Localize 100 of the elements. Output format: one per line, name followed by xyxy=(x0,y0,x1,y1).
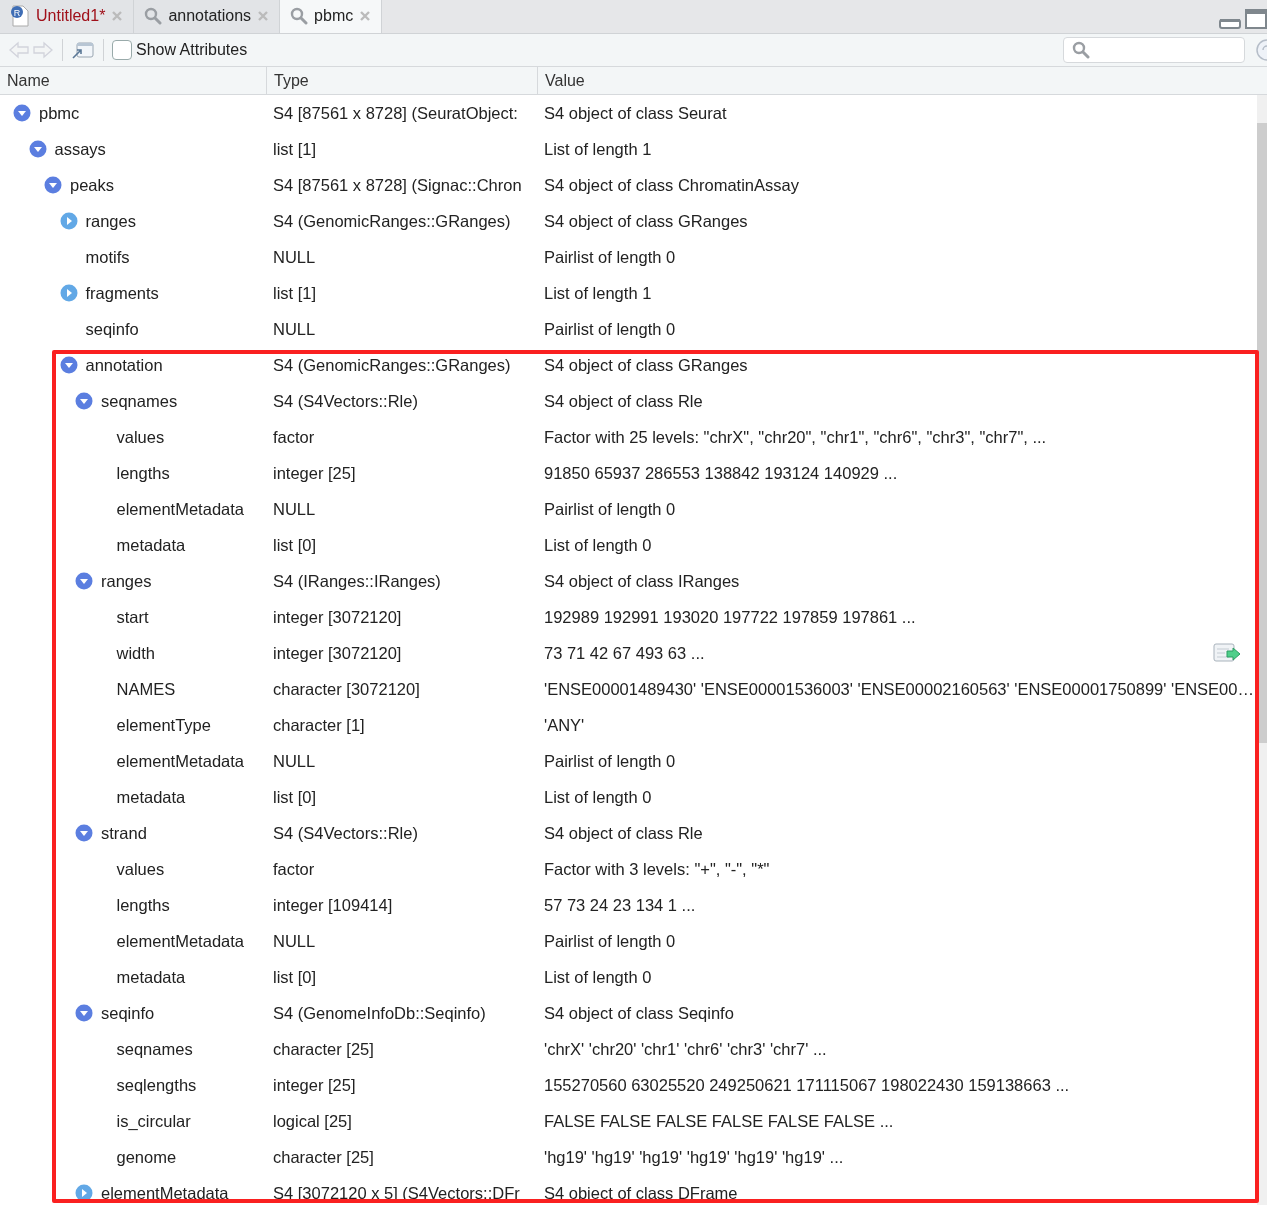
variable-type: integer [25] xyxy=(273,463,356,482)
variable-value: List of length 1 xyxy=(544,282,652,304)
variable-name[interactable]: assays xyxy=(54,136,106,162)
variable-value: S4 object of class GRanges xyxy=(544,354,748,376)
collapse-toggle-icon[interactable] xyxy=(75,392,93,410)
variable-name[interactable]: seqinfo xyxy=(101,1000,155,1026)
column-header[interactable]: Type xyxy=(266,67,537,94)
scrollbar[interactable] xyxy=(1257,95,1267,1205)
variable-type: S4 (S4Vectors::Rle) xyxy=(273,823,418,842)
search-icon xyxy=(1072,41,1090,59)
collapse-toggle-icon[interactable] xyxy=(28,140,47,158)
variable-name[interactable]: seqlengths xyxy=(116,1072,197,1098)
expand-toggle-icon[interactable] xyxy=(59,284,78,302)
variable-type: factor xyxy=(273,427,315,446)
column-header[interactable]: Name xyxy=(0,67,266,94)
variable-name[interactable]: strand xyxy=(101,820,147,846)
variable-name[interactable]: elementMetadata xyxy=(116,748,244,774)
variable-value: 'chrX' 'chr20' 'chr1' 'chr6' 'chr3' 'chr7' ... xyxy=(544,1038,827,1060)
collapse-toggle-icon[interactable] xyxy=(13,104,31,122)
variable-value: 91850 65937 286553 138842 193124 140929 ... xyxy=(544,462,898,484)
variable-type: factor xyxy=(273,859,315,878)
variable-name[interactable]: motifs xyxy=(85,244,130,270)
variable-type: character [3072120] xyxy=(273,679,420,698)
variable-name[interactable]: start xyxy=(116,604,149,630)
search-icon xyxy=(144,7,163,25)
variable-type: S4 (S4Vectors::Rle) xyxy=(273,391,418,410)
variable-type: integer [109414] xyxy=(273,895,393,914)
column-header[interactable]: Value xyxy=(537,67,1267,94)
variable-name[interactable]: is_circular xyxy=(116,1108,191,1134)
variable-name[interactable]: elementType xyxy=(116,712,211,738)
variable-value: 'ANY' xyxy=(544,714,585,736)
popout-icon[interactable] xyxy=(71,40,95,60)
variable-value: S4 object of class Rle xyxy=(544,822,703,844)
variable-type: NULL xyxy=(273,499,316,518)
variable-name[interactable]: lengths xyxy=(116,892,170,918)
collapse-toggle-icon[interactable] xyxy=(75,1004,93,1022)
maximize-icon[interactable] xyxy=(1245,9,1267,29)
variable-value: S4 object of class Rle xyxy=(544,390,703,412)
tab[interactable]: annotations xyxy=(134,0,281,33)
variable-name[interactable]: genome xyxy=(116,1144,177,1170)
variable-value: Factor with 25 levels: "chrX", "chr20", "chr1", "chr6", "chr3", "chr7", ... xyxy=(544,426,1047,448)
variable-name[interactable]: peaks xyxy=(70,172,115,198)
variable-type: NULL xyxy=(273,751,316,770)
variable-name[interactable]: pbmc xyxy=(39,100,80,126)
variable-name[interactable]: values xyxy=(116,424,165,450)
variable-name[interactable]: fragments xyxy=(85,280,159,306)
close-icon[interactable] xyxy=(359,10,372,22)
minimize-icon[interactable] xyxy=(1219,17,1241,29)
variable-value: 57 73 24 23 134 1 ... xyxy=(544,894,696,916)
variable-type: NULL xyxy=(273,247,316,266)
variable-value: 'ENSE00001489430' 'ENSE00001536003' 'ENSE00002160563' 'ENSE00001750899' 'ENSE00… xyxy=(544,678,1254,700)
search-field[interactable] xyxy=(1063,37,1245,63)
variable-name[interactable]: NAMES xyxy=(116,676,176,702)
variable-value: Pairlist of length 0 xyxy=(544,930,676,952)
variable-value: FALSE FALSE FALSE FALSE FALSE FALSE ... xyxy=(544,1110,894,1132)
variable-name[interactable]: seqnames xyxy=(116,1036,193,1062)
variable-name[interactable]: elementMetadata xyxy=(116,928,244,954)
variable-type: NULL xyxy=(273,319,316,338)
variable-value: Pairlist of length 0 xyxy=(544,498,676,520)
variable-value: S4 object of class DFrame xyxy=(544,1182,738,1204)
collapse-toggle-icon[interactable] xyxy=(44,176,62,194)
variable-name[interactable]: width xyxy=(116,640,156,666)
tab[interactable]: pbmc xyxy=(280,0,383,33)
variable-type: S4 (GenomicRanges::GRanges) xyxy=(273,355,511,374)
variable-type: S4 [87561 x 8728] (Signac::Chron xyxy=(273,175,522,194)
collapse-toggle-icon[interactable] xyxy=(59,356,78,374)
variable-value: Pairlist of length 0 xyxy=(544,318,676,340)
variable-type: S4 (GenomicRanges::GRanges) xyxy=(273,211,511,230)
variable-name[interactable]: annotation xyxy=(85,352,163,378)
expand-toggle-icon[interactable] xyxy=(75,1184,93,1202)
variable-value: S4 object of class GRanges xyxy=(544,210,748,232)
search-icon xyxy=(290,7,309,25)
variable-value: List of length 0 xyxy=(544,786,652,808)
variable-name[interactable]: metadata xyxy=(116,964,186,990)
variable-value: S4 object of class Seurat xyxy=(544,102,727,124)
variable-name[interactable]: seqnames xyxy=(101,388,178,414)
variable-value: 73 71 42 67 493 63 ... xyxy=(544,642,705,664)
variable-name[interactable]: metadata xyxy=(116,784,186,810)
collapse-toggle-icon[interactable] xyxy=(75,572,93,590)
variable-name[interactable]: lengths xyxy=(116,460,170,486)
variable-value: 192989 192991 193020 197722 197859 197861 ... xyxy=(544,606,916,628)
checkbox[interactable] xyxy=(112,40,132,60)
variable-type: list [1] xyxy=(273,283,317,302)
variable-name[interactable]: ranges xyxy=(101,568,152,594)
variable-type: character [1] xyxy=(273,715,365,734)
expand-toggle-icon[interactable] xyxy=(59,212,78,230)
variable-name[interactable]: seqinfo xyxy=(85,316,139,342)
view-data-icon[interactable] xyxy=(1213,642,1241,664)
variable-name[interactable]: elementMetadata xyxy=(101,1180,229,1206)
variable-name[interactable]: elementMetadata xyxy=(116,496,244,522)
variable-type: logical [25] xyxy=(273,1111,352,1130)
variable-type: character [25] xyxy=(273,1147,374,1166)
variable-value: List of length 0 xyxy=(544,534,652,556)
variable-name[interactable]: metadata xyxy=(116,532,186,558)
variable-name[interactable]: ranges xyxy=(85,208,136,234)
variable-type: S4 (GenomeInfoDb::Seqinfo) xyxy=(273,1003,486,1022)
variable-type: NULL xyxy=(273,931,316,950)
tab[interactable]: R Untitled1* xyxy=(0,0,135,33)
collapse-toggle-icon[interactable] xyxy=(75,824,93,842)
variable-name[interactable]: values xyxy=(116,856,165,882)
